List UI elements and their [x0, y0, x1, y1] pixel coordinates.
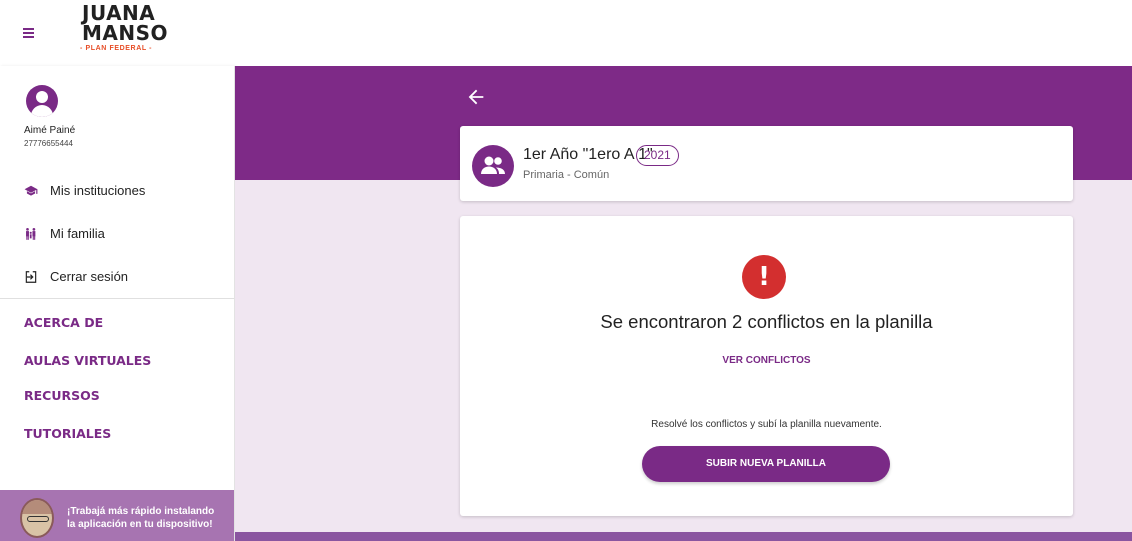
link-acerca-de[interactable]: ACERCA DE: [24, 315, 103, 330]
sidebar-divider: [0, 298, 234, 299]
logo-line2: MANSO: [82, 21, 169, 45]
logo-line1: JUANA: [82, 1, 156, 25]
group-icon: [472, 145, 514, 187]
sidebar-item-cerrar-sesion[interactable]: Cerrar sesión: [0, 259, 234, 295]
install-app-line1: ¡Trabajá más rápido instalando: [67, 506, 215, 517]
mascot-avatar: [20, 498, 54, 538]
link-tutoriales[interactable]: TUTORIALES: [24, 426, 111, 441]
hamburger-menu-icon[interactable]: [16, 19, 42, 45]
footer-strip: [235, 532, 1132, 541]
course-level: Primaria - Común: [523, 169, 610, 181]
install-app-text: ¡Trabajá más rápido instalando la aplica…: [67, 505, 214, 531]
sidebar-item-label: Mis instituciones: [50, 183, 146, 198]
main-content: 1er Año "1ero A 1" 2021 Primaria - Común…: [235, 66, 1132, 541]
sidebar-item-label: Cerrar sesión: [50, 269, 129, 284]
link-aulas-virtuales[interactable]: AULAS VIRTUALES: [24, 353, 151, 368]
user-id: 27776655444: [24, 139, 73, 148]
top-bar: JUANA MANSO - PLAN FEDERAL -: [0, 0, 1132, 66]
install-app-line2: la aplicación en tu dispositivo!: [67, 519, 213, 530]
logo-subtitle: - PLAN FEDERAL -: [80, 45, 153, 52]
app-logo[interactable]: JUANA MANSO - PLAN FEDERAL -: [74, 1, 169, 61]
year-badge: 2021: [636, 145, 679, 166]
sidebar: Aimé Painé 27776655444 Mis instituciones…: [0, 66, 235, 541]
user-name: Aimé Painé: [24, 125, 76, 136]
sidebar-item-mis-instituciones[interactable]: Mis instituciones: [0, 173, 234, 209]
conflict-message: Se encontraron 2 conflictos en la planil…: [600, 311, 933, 332]
family-icon: [26, 227, 36, 240]
install-app-banner[interactable]: ¡Trabajá más rápido instalando la aplica…: [0, 490, 234, 541]
graduation-cap-icon: [24, 185, 38, 196]
sidebar-item-mi-familia[interactable]: Mi familia: [0, 216, 234, 252]
back-arrow-icon[interactable]: [465, 86, 487, 108]
view-conflicts-button[interactable]: VER CONFLICTOS: [460, 355, 1073, 366]
conflict-card: ! Se encontraron 2 conflictos en la plan…: [460, 216, 1073, 516]
link-recursos[interactable]: RECURSOS: [24, 388, 100, 403]
error-alert-icon: !: [742, 255, 786, 299]
user-avatar-icon: [26, 85, 58, 117]
sidebar-item-label: Mi familia: [50, 226, 105, 241]
course-card: 1er Año "1ero A 1" 2021 Primaria - Común: [460, 126, 1073, 201]
course-title: 1er Año "1ero A 1": [523, 146, 653, 163]
resolve-hint: Resolvé los conflictos y subí la planill…: [651, 419, 882, 430]
upload-new-sheet-button[interactable]: SUBIR NUEVA PLANILLA: [642, 446, 890, 482]
logout-icon: [25, 271, 37, 283]
